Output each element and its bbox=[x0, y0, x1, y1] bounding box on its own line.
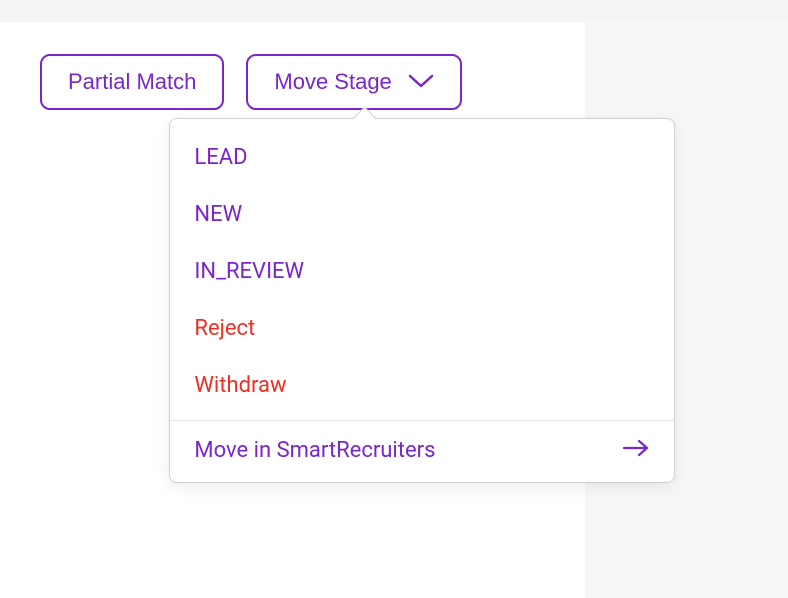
arrow-right-icon bbox=[622, 438, 650, 463]
dropdown-action-label: Move in SmartRecruiters bbox=[194, 438, 435, 463]
dropdown-item-label: IN_REVIEW bbox=[194, 259, 304, 284]
dropdown-item-label: LEAD bbox=[194, 145, 247, 170]
dropdown-item-lead[interactable]: LEAD bbox=[170, 129, 674, 186]
main-panel: Partial Match Move Stage LEAD NEW bbox=[0, 22, 585, 598]
top-bar bbox=[0, 0, 788, 22]
dropdown-item-reject[interactable]: Reject bbox=[170, 300, 674, 357]
chevron-down-icon bbox=[408, 69, 434, 95]
dropdown-item-in-review[interactable]: IN_REVIEW bbox=[170, 243, 674, 300]
move-stage-label: Move Stage bbox=[274, 69, 391, 95]
dropdown-action-move-external[interactable]: Move in SmartRecruiters bbox=[170, 420, 674, 482]
dropdown-item-label: Withdraw bbox=[194, 373, 286, 398]
partial-match-label: Partial Match bbox=[68, 69, 196, 95]
partial-match-button[interactable]: Partial Match bbox=[40, 54, 224, 110]
dropdown-item-label: Reject bbox=[194, 316, 255, 341]
move-stage-dropdown: LEAD NEW IN_REVIEW Reject Withdraw Move … bbox=[169, 118, 675, 483]
move-stage-button[interactable]: Move Stage bbox=[246, 54, 461, 110]
button-row: Partial Match Move Stage LEAD NEW bbox=[40, 54, 545, 110]
dropdown-item-new[interactable]: NEW bbox=[170, 186, 674, 243]
dropdown-item-withdraw[interactable]: Withdraw bbox=[170, 357, 674, 414]
move-stage-anchor: Move Stage LEAD NEW IN_REVIEW bbox=[246, 54, 461, 110]
dropdown-item-label: NEW bbox=[194, 202, 242, 227]
